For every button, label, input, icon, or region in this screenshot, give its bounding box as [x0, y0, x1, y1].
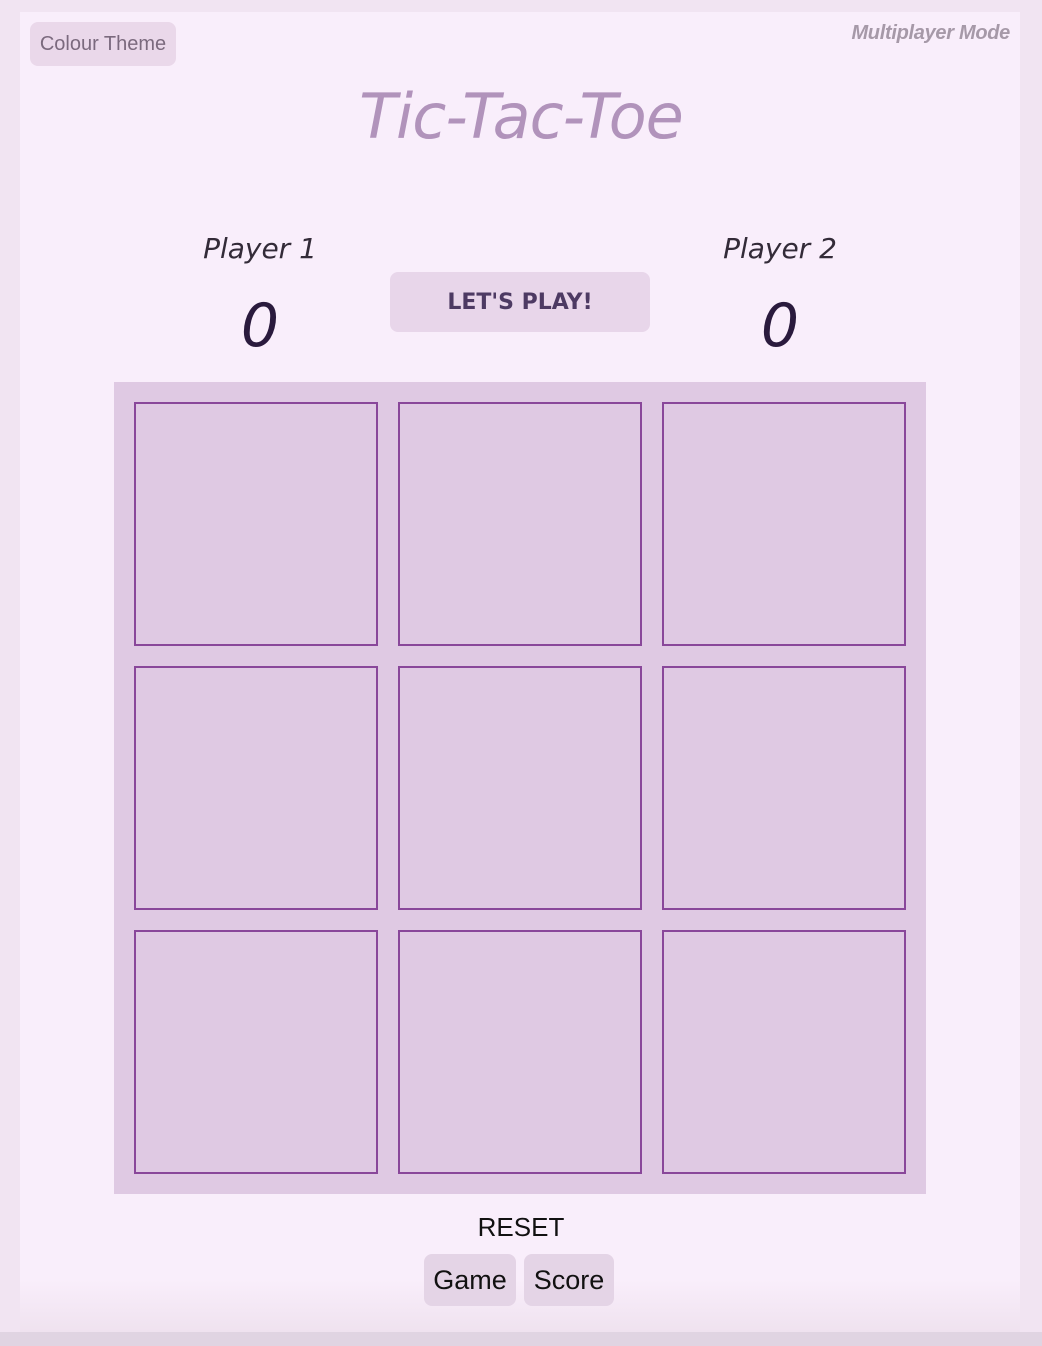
board-cell-2[interactable] — [398, 402, 642, 646]
player-2-name: Player 2 — [723, 232, 837, 265]
reset-label: RESET — [477, 1212, 565, 1242]
bottom-strip — [0, 1332, 1042, 1346]
board-cell-5[interactable] — [398, 666, 642, 910]
player-1-name: Player 1 — [203, 232, 317, 265]
lets-play-button[interactable]: LET'S PLAY! — [390, 272, 650, 332]
page-title: Tic-Tac-Toe — [359, 80, 684, 153]
board-cell-3[interactable] — [662, 402, 906, 646]
player-1-score: 0 — [240, 291, 280, 361]
board-cell-8[interactable] — [398, 930, 642, 1174]
board-cell-4[interactable] — [134, 666, 378, 910]
bottom-fade — [20, 1280, 1020, 1332]
board-cell-6[interactable] — [662, 666, 906, 910]
reset-score-button[interactable]: Score — [524, 1254, 614, 1306]
colour-theme-button[interactable]: Colour Theme — [30, 22, 176, 66]
reset-game-button[interactable]: Game — [424, 1254, 516, 1306]
board-cell-1[interactable] — [134, 402, 378, 646]
game-mode-label: Multiplayer Mode — [851, 22, 1010, 44]
game-board — [114, 382, 926, 1194]
player-2-score: 0 — [760, 291, 800, 361]
board-cell-7[interactable] — [134, 930, 378, 1174]
board-cell-9[interactable] — [662, 930, 906, 1174]
